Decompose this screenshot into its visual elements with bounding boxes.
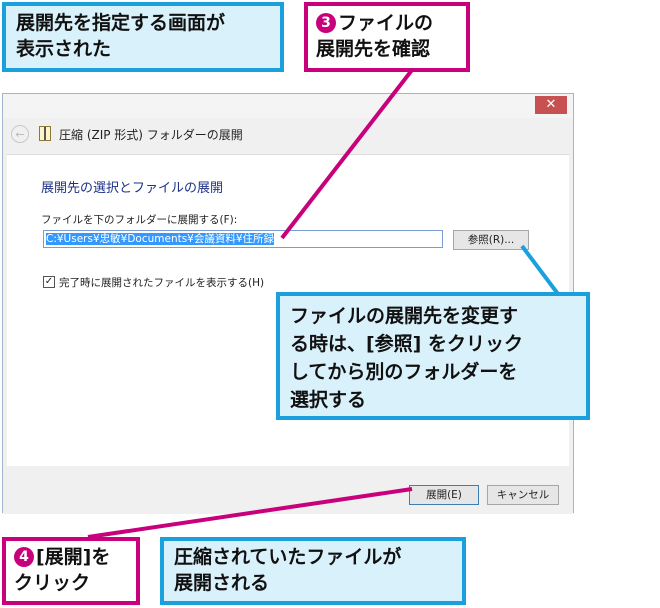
destination-path-value: C:¥Users¥忠敏¥Documents¥会議資料¥住所録: [46, 233, 275, 245]
show-files-label[interactable]: 完了時に展開されたファイルを表示する(H): [59, 275, 264, 290]
window-titlebar: ✕: [3, 94, 573, 118]
destination-label: ファイルを下のフォルダーに展開する(F):: [41, 214, 238, 226]
callout-step3-line1: 3 ファイルの: [316, 10, 466, 36]
callout-change-tip-line1: ファイルの展開先を変更す: [290, 305, 519, 327]
wizard-nav: ← 圧縮 (ZIP 形式) フォルダーの展開: [3, 122, 573, 148]
callout-result-line2: 展開される: [174, 572, 270, 594]
back-button[interactable]: ←: [11, 125, 29, 143]
step3-number-badge: 3: [316, 13, 336, 33]
page-heading: 展開先の選択とファイルの展開: [41, 181, 224, 196]
callout-result: 圧縮されていたファイルが 展開される: [160, 537, 466, 605]
callout-change-tip: ファイルの展開先を変更す る時は、[参照] をクリック してから別のフォルダーを…: [276, 292, 590, 420]
close-button[interactable]: ✕: [535, 96, 567, 114]
callout-change-tip-line2: る時は、[参照] をクリック: [290, 333, 523, 355]
close-icon: ✕: [545, 97, 557, 112]
callout-step3-line2: 展開先を確認: [316, 38, 431, 60]
callout-step4-text1: [展開]を: [36, 546, 111, 568]
checkmark-icon: ✓: [44, 276, 54, 287]
callout-step4: 4 [展開]を クリック: [2, 537, 140, 605]
callout-change-tip-line4: 選択する: [290, 389, 367, 411]
step4-number-badge: 4: [14, 547, 34, 567]
callout-change-tip-line3: してから別のフォルダーを: [290, 361, 518, 383]
wizard-title: 圧縮 (ZIP 形式) フォルダーの展開: [59, 128, 243, 142]
back-arrow-icon: ←: [15, 128, 25, 141]
callout-step3-text1: ファイルの: [338, 12, 434, 34]
callout-step3: 3 ファイルの 展開先を確認: [304, 2, 470, 72]
callout-result-line1: 圧縮されていたファイルが: [174, 546, 402, 568]
cancel-button[interactable]: キャンセル: [487, 485, 559, 505]
zip-folder-icon: [39, 126, 51, 141]
destination-path-input[interactable]: C:¥Users¥忠敏¥Documents¥会議資料¥住所録: [43, 230, 443, 248]
callout-screen-shown-line1: 展開先を指定する画面が: [16, 12, 226, 34]
show-files-checkbox[interactable]: ✓: [43, 276, 55, 288]
callout-screen-shown: 展開先を指定する画面が 表示された: [2, 2, 284, 72]
callout-step4-line2: クリック: [14, 572, 91, 594]
dialog-footer: 展開(E) キャンセル: [3, 466, 573, 514]
callout-step4-line1: 4 [展開]を: [14, 544, 136, 570]
browse-button[interactable]: 参照(R)...: [453, 230, 529, 250]
callout-screen-shown-line2: 表示された: [16, 38, 112, 60]
extract-button[interactable]: 展開(E): [409, 485, 479, 505]
